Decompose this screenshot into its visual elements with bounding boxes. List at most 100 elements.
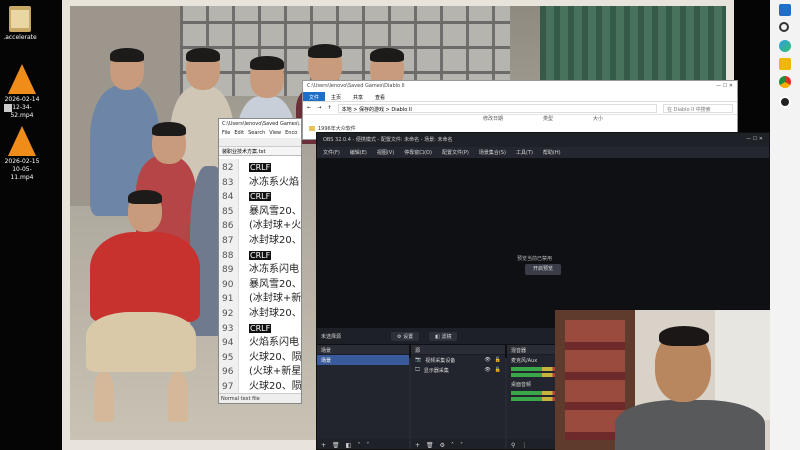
search-icon[interactable] [779, 22, 789, 32]
up-arrow-icon[interactable]: ↑ [327, 105, 331, 111]
windows-start-icon[interactable] [779, 4, 791, 16]
address-bar[interactable]: 本地 > 保存的游戏 > Diablo II [337, 103, 657, 113]
scene-item[interactable]: 场景 [317, 355, 409, 365]
obs-menu-tools[interactable]: 工具(T) [516, 149, 533, 156]
line-text: 火球20、陨 [249, 351, 302, 363]
chevron-up-icon[interactable]: ˄ [451, 442, 454, 449]
editor-line[interactable]: 83 冰冻系火焰 [219, 176, 301, 190]
more-icon[interactable]: ⋮ [521, 442, 527, 449]
chevron-up-icon[interactable]: ˄ [357, 442, 360, 449]
explorer-folder-item[interactable]: 1996年大众软件 [309, 125, 356, 132]
obs-menu-profile[interactable]: 配置文件(P) [442, 149, 469, 156]
chrome-icon[interactable] [779, 76, 791, 88]
link-icon[interactable]: ⚲ [511, 442, 515, 449]
obs-menu-docks[interactable]: 停靠窗口(D) [404, 149, 432, 156]
column-modified[interactable]: 修改日期 [483, 115, 503, 125]
editor-line[interactable]: 96 (火球+新星 [219, 365, 301, 379]
trash-icon[interactable]: 🗑 [332, 442, 340, 449]
monitor-icon: 🖵 [415, 367, 420, 373]
scenes-dock-header: 场景 [317, 345, 409, 355]
ribbon-tab-file[interactable]: 文件 [303, 92, 326, 101]
sources-dock: 源 📷 视频采集设备 👁 🔓 🖵 显示器采集 👁 🔓 + 🗑 ⚙ ˄ ˅ [411, 345, 505, 449]
eye-icon[interactable]: 👁 [484, 367, 490, 373]
photo-person [90, 232, 200, 322]
gear-icon[interactable]: ⚙ [440, 442, 445, 449]
editor-line[interactable]: 85 暴风雪20、 [219, 205, 301, 219]
line-number: 96 [222, 367, 234, 378]
menu-view[interactable]: View [269, 130, 281, 137]
window-controls[interactable]: — ☐ ✕ [746, 136, 763, 144]
scenes-dock-footer: + 🗑 ◧ ˄ ˅ [317, 439, 409, 449]
filters-label: 滤镜 [441, 333, 452, 340]
menu-edit[interactable]: Edit [234, 130, 244, 137]
source-filters-button[interactable]: ◧ 滤镜 [429, 331, 458, 341]
desktop-folder-icon[interactable]: .accelerate [0, 6, 48, 42]
desktop-icon-label: 2026-02-15 10-05-11.mp4 [4, 158, 40, 181]
editor-line[interactable]: 82 CRLF [219, 161, 301, 175]
trash-icon[interactable]: 🗑 [426, 442, 434, 449]
obs-menu-view[interactable]: 视图(V) [377, 149, 394, 156]
photo-hair [110, 48, 144, 62]
source-item[interactable]: 🖵 显示器采集 👁 🔓 [411, 365, 505, 375]
column-size[interactable]: 大小 [593, 115, 603, 125]
line-text: CRLF [249, 249, 272, 263]
edge-browser-icon[interactable] [779, 40, 791, 52]
line-text: (冰封球+火 [249, 220, 302, 232]
filter-icon[interactable]: ◧ [346, 442, 352, 449]
chevron-down-icon[interactable]: ˅ [460, 442, 463, 449]
webcam-person-hair [659, 326, 709, 346]
window-controls[interactable]: — ☐ ✕ [716, 83, 733, 90]
editor-line[interactable]: 92 冰封球20、 [219, 307, 301, 321]
editor-line[interactable]: 97 火球20、陨石2 [219, 380, 301, 394]
editor-line[interactable]: 90 暴风雪20、 [219, 278, 301, 292]
editor-line[interactable]: 88 CRLF [219, 249, 301, 263]
obs-menu-scene-collection[interactable]: 场景集合(S) [479, 149, 506, 156]
menu-file[interactable]: File [222, 130, 230, 137]
obs-titlebar[interactable]: OBS 32.0.4 - 便携模式 - 配置文件: 未命名 - 场景: 未命名 … [317, 133, 769, 147]
notepad-toolbar[interactable] [219, 138, 301, 147]
source-item[interactable]: 📷 视频采集设备 👁 🔓 [411, 355, 505, 365]
eye-icon[interactable]: 👁 [484, 357, 490, 363]
file-explorer-window[interactable]: C:\Users\lenovo\Saved Games\Diablo II — … [302, 80, 738, 140]
notepad-tab[interactable]: 装职业技术方案.txt [219, 147, 301, 156]
obs-menu-help[interactable]: 帮助(H) [543, 149, 561, 156]
notepad-window[interactable]: C:\Users\lenovo\Saved Games\... File Edi… [218, 118, 302, 404]
ribbon-tab-home[interactable]: 主页 [325, 92, 347, 101]
obs-menu-edit[interactable]: 编辑(E) [350, 149, 367, 156]
editor-line[interactable]: 89 冰冻系闪电 [219, 263, 301, 277]
webcam-overlay [555, 310, 800, 450]
lock-icon[interactable]: 🔓 [495, 357, 501, 363]
source-settings-button[interactable]: ⚙ 设置 [391, 331, 420, 341]
obs-app-icon[interactable] [779, 96, 791, 108]
line-text: 冰冻系火焰 [249, 176, 299, 188]
crlf-marker: CRLF [249, 250, 272, 260]
editor-line[interactable]: 94 火焰系闪电 [219, 336, 301, 350]
lock-icon[interactable]: 🔓 [495, 367, 501, 373]
explorer-search-input[interactable]: 在 Diablo II 中搜索 [663, 103, 733, 113]
enable-preview-button[interactable]: 开启预览 [525, 264, 561, 275]
notepad-editor[interactable]: 82 CRLF 83 冰冻系火焰 84 CRLF 85 暴风雪20、 86 (冰封球+火 87 冰封球… [219, 159, 302, 395]
explorer-ribbon: 文件 主页 共享 查看 [303, 92, 737, 102]
menu-search[interactable]: Search [248, 130, 265, 137]
desktop-icon-label: .accelerate [3, 34, 37, 41]
editor-line[interactable]: 91 (冰封球+新 [219, 292, 301, 306]
ribbon-tab-share[interactable]: 共享 [347, 92, 369, 101]
chevron-down-icon[interactable]: ˅ [366, 442, 369, 449]
editor-line[interactable]: 86 (冰封球+火 [219, 219, 302, 233]
column-type[interactable]: 类型 [543, 115, 553, 125]
desktop-video-file-2[interactable]: 2026-02-15 10-05-11.mp4 [0, 126, 50, 182]
line-text: 火焰系闪电 [249, 337, 299, 349]
file-explorer-icon[interactable] [779, 58, 791, 70]
obs-menu-file[interactable]: 文件(F) [323, 149, 340, 156]
add-icon[interactable]: + [321, 442, 326, 449]
forward-arrow-icon[interactable]: → [317, 105, 321, 111]
add-icon[interactable]: + [415, 442, 420, 449]
editor-line[interactable]: 84 CRLF [219, 190, 301, 204]
editor-line[interactable]: 87 冰封球20、 [219, 234, 301, 248]
explorer-titlebar[interactable]: C:\Users\lenovo\Saved Games\Diablo II — … [303, 81, 737, 92]
menu-encoding[interactable]: Enco [285, 130, 297, 137]
editor-line[interactable]: 95 火球20、陨 [219, 351, 302, 365]
back-arrow-icon[interactable]: ← [307, 105, 311, 111]
ribbon-tab-view[interactable]: 查看 [369, 92, 391, 101]
editor-line[interactable]: 93 CRLF [219, 322, 301, 336]
